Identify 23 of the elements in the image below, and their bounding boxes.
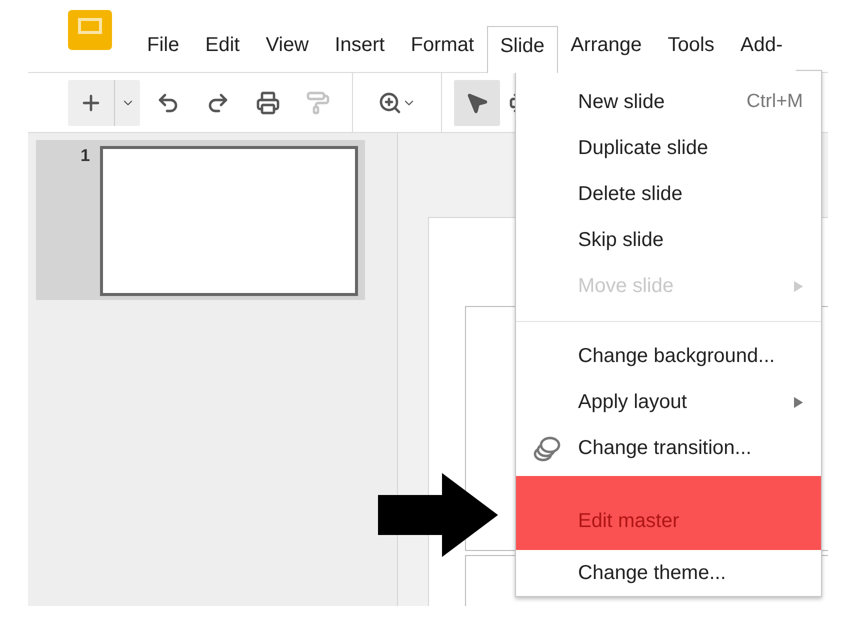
submenu-arrow-icon [794, 280, 803, 292]
menu-option[interactable]: Change theme... [516, 550, 821, 596]
menu-option[interactable]: New slide Ctrl+M [516, 79, 821, 125]
new-slide-button[interactable] [68, 80, 140, 126]
menu-option[interactable]: Skip slide [516, 217, 821, 263]
zoom-in-icon [378, 90, 402, 114]
select-button[interactable] [454, 80, 500, 126]
slide-number: 1 [80, 146, 91, 166]
slide-thumbnail[interactable] [100, 146, 358, 296]
menu-option[interactable]: Duplicate slide [516, 125, 821, 171]
arrow-icon [378, 473, 498, 557]
paint-roller-icon [306, 90, 330, 114]
printer-icon [256, 90, 280, 114]
menu-option[interactable]: Apply layout [516, 379, 821, 425]
menu-item[interactable]: Slide [487, 26, 558, 73]
slide-thumbnail-row[interactable]: 1 [36, 140, 365, 300]
app-logo [68, 10, 112, 50]
menu-option[interactable]: Delete slide [516, 171, 821, 217]
menu-item[interactable]: Arrange [558, 25, 655, 72]
submenu-arrow-icon [794, 396, 803, 408]
menu-option[interactable]: Change background... [516, 333, 821, 379]
circles-icon [532, 435, 562, 463]
menu-option[interactable]: Change transition... [516, 425, 821, 471]
